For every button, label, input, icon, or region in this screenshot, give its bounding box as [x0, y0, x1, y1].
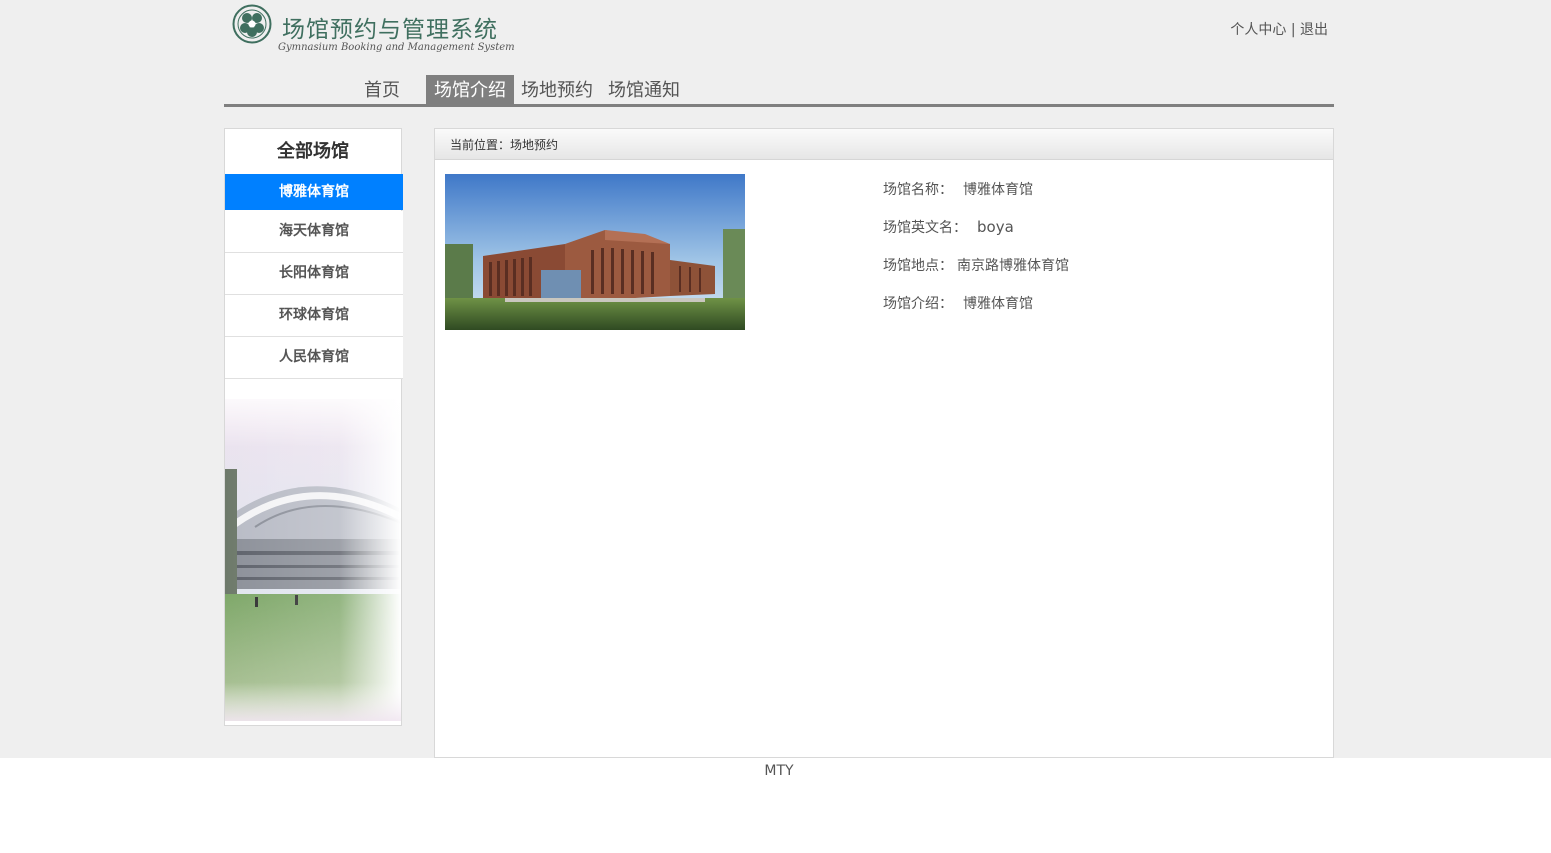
- page-container: 场馆预约与管理系统 Gymnasium Booking and Manageme…: [224, 0, 1334, 758]
- user-links: 个人中心 | 退出: [1230, 19, 1328, 39]
- user-center-link[interactable]: 个人中心: [1230, 22, 1286, 38]
- logo-subtitle: Gymnasium Booking and Management System: [278, 42, 515, 53]
- breadcrumb-prefix: 当前位置：: [450, 138, 511, 152]
- sidebar-item-boya[interactable]: 博雅体育馆: [225, 174, 403, 210]
- logout-link[interactable]: 退出: [1300, 22, 1328, 38]
- main-nav: 首页 场馆介绍 场地预约 场馆通知: [224, 75, 1334, 107]
- logo-emblem-icon: [232, 4, 272, 44]
- venue-intro-label: 场馆介绍：: [883, 296, 953, 312]
- venue-intro-value: 博雅体育馆: [963, 296, 1033, 312]
- sidebar-item-changyang[interactable]: 长阳体育馆: [225, 253, 403, 295]
- venue-english-value: boya: [977, 218, 1014, 236]
- stadium-photo: [225, 399, 401, 721]
- venue-english-label: 场馆英文名：: [883, 220, 967, 236]
- venue-english-row: 场馆英文名： boya: [883, 217, 1014, 237]
- nav-home[interactable]: 首页: [356, 75, 408, 104]
- breadcrumb-current: 场地预约: [510, 138, 559, 152]
- venue-sidebar: 全部场馆 博雅体育馆 海天体育馆 长阳体育馆 环球体育馆 人民体育馆: [224, 128, 403, 726]
- sidebar-item-huanqiu[interactable]: 环球体育馆: [225, 295, 403, 337]
- nav-venue-notice[interactable]: 场馆通知: [600, 75, 688, 104]
- nav-venue-intro[interactable]: 场馆介绍: [426, 75, 514, 104]
- main-panel: 当前位置：场地预约 场馆名称： 博雅体育馆 场馆英文名： boya 场馆地点： …: [434, 128, 1334, 758]
- link-separator: |: [1290, 22, 1296, 38]
- sidebar-item-haitian[interactable]: 海天体育馆: [225, 211, 403, 253]
- venue-location-value: 南京路博雅体育馆: [957, 258, 1069, 274]
- venue-name-value: 博雅体育馆: [963, 182, 1033, 198]
- site-logo[interactable]: 场馆预约与管理系统 Gymnasium Booking and Manageme…: [230, 4, 520, 54]
- footer: MTY: [764, 763, 794, 779]
- sidebar-title: 全部场馆: [277, 141, 349, 162]
- venue-location-label: 场馆地点：: [883, 258, 953, 274]
- venue-location-row: 场馆地点： 南京路博雅体育馆: [883, 255, 1069, 275]
- venue-name-label: 场馆名称：: [883, 182, 953, 198]
- logo-title: 场馆预约与管理系统: [282, 17, 498, 43]
- sidebar-item-renmin[interactable]: 人民体育馆: [225, 337, 403, 379]
- venue-name-row: 场馆名称： 博雅体育馆: [883, 179, 1033, 199]
- breadcrumb: 当前位置：场地预约: [435, 129, 1333, 160]
- venue-intro-row: 场馆介绍： 博雅体育馆: [883, 293, 1033, 313]
- nav-court-booking[interactable]: 场地预约: [513, 75, 601, 104]
- venue-photo: [445, 174, 745, 330]
